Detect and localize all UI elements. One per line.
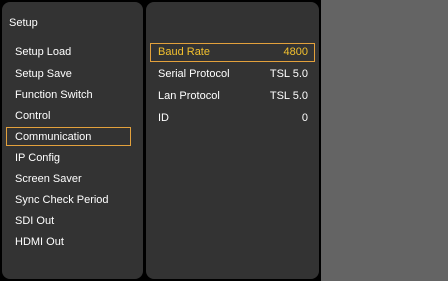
menu-item-screen-saver[interactable]: Screen Saver bbox=[6, 169, 131, 188]
menu-item-label: Control bbox=[15, 110, 51, 122]
menu-item-function-switch[interactable]: Function Switch bbox=[6, 85, 131, 104]
menu-item-label: SDI Out bbox=[15, 215, 55, 227]
setup-menu-title: Setup bbox=[9, 17, 38, 29]
param-row-serial-protocol[interactable]: Serial Protocol TSL 5.0 bbox=[150, 65, 315, 84]
menu-item-setup-save[interactable]: Setup Save bbox=[6, 64, 131, 83]
param-label: ID bbox=[158, 112, 169, 124]
setup-menu-panel: Setup Setup Load Setup Save Function Swi… bbox=[2, 2, 143, 279]
menu-item-setup-load[interactable]: Setup Load bbox=[6, 42, 131, 61]
param-value: 4800 bbox=[283, 46, 308, 58]
param-value: 0 bbox=[301, 112, 308, 124]
param-row-baud-rate[interactable]: Baud Rate 4800 bbox=[150, 43, 315, 62]
menu-item-label: HDMI Out bbox=[15, 236, 64, 248]
menu-item-ip-config[interactable]: IP Config bbox=[6, 148, 131, 167]
menu-item-label: Setup Load bbox=[15, 46, 72, 58]
param-value: TSL 5.0 bbox=[269, 68, 308, 80]
menu-item-label: Communication bbox=[15, 131, 92, 143]
param-row-id[interactable]: ID 0 bbox=[150, 109, 315, 128]
param-label: Lan Protocol bbox=[158, 90, 220, 102]
param-label: Serial Protocol bbox=[158, 68, 230, 80]
menu-item-label: Sync Check Period bbox=[15, 194, 109, 206]
menu-item-label: IP Config bbox=[15, 152, 61, 164]
param-row-lan-protocol[interactable]: Lan Protocol TSL 5.0 bbox=[150, 87, 315, 106]
menu-item-control[interactable]: Control bbox=[6, 106, 131, 125]
menu-item-sdi-out[interactable]: SDI Out bbox=[6, 211, 131, 230]
menu-item-sync-check-period[interactable]: Sync Check Period bbox=[6, 190, 131, 209]
preview-area bbox=[321, 0, 448, 281]
param-value: TSL 5.0 bbox=[269, 90, 308, 102]
param-label: Baud Rate bbox=[158, 46, 210, 58]
menu-item-label: Screen Saver bbox=[15, 173, 82, 185]
menu-item-hdmi-out[interactable]: HDMI Out bbox=[6, 232, 131, 251]
menu-item-communication[interactable]: Communication bbox=[6, 127, 131, 146]
menu-item-label: Setup Save bbox=[15, 68, 72, 80]
menu-item-label: Function Switch bbox=[15, 89, 93, 101]
communication-settings-panel: Baud Rate 4800 Serial Protocol TSL 5.0 L… bbox=[146, 2, 319, 279]
